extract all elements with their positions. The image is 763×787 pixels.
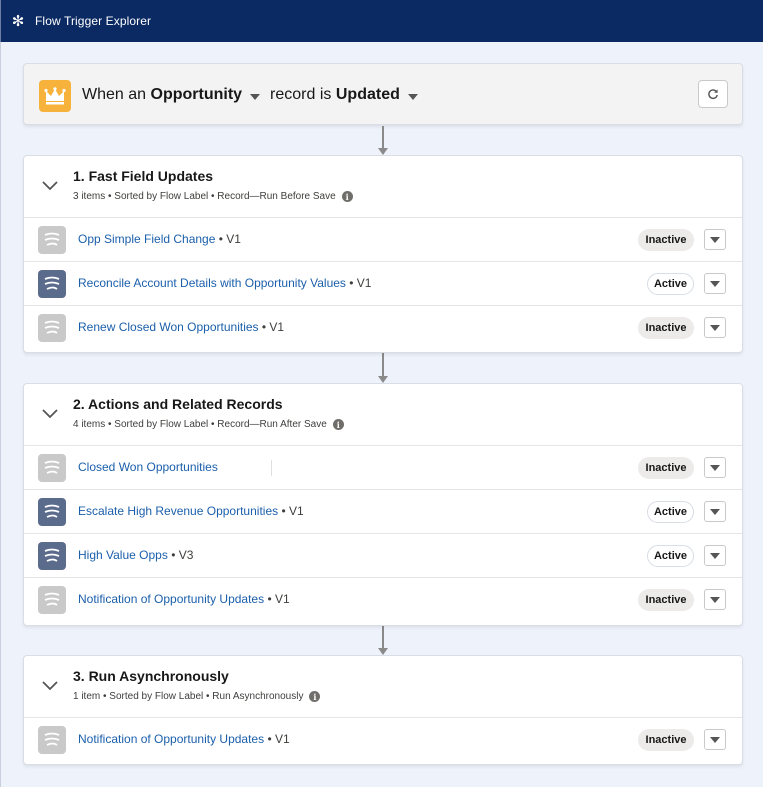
object-selector[interactable]: Opportunity [151, 86, 243, 104]
flow-icon [38, 498, 66, 526]
section-subtitle: 4 items • Sorted by Flow Label • Record—… [73, 419, 344, 430]
section-run-asynchronously: 3. Run Asynchronously 1 item • Sorted by… [23, 655, 743, 765]
flow-row: Reconcile Account Details with Opportuni… [24, 262, 742, 306]
asterisk-icon: ✻ [11, 12, 25, 30]
status-badge: Active [647, 273, 694, 295]
flow-version: • V1 [281, 504, 304, 518]
info-icon[interactable]: i [332, 419, 344, 430]
flow-version: • V1 [261, 320, 285, 334]
row-menu-button[interactable] [704, 317, 726, 338]
down-triangle-icon [710, 464, 720, 471]
chevron-down-icon[interactable] [42, 180, 58, 192]
flow-link[interactable]: High Value Opps [78, 548, 168, 562]
status-badge: Inactive [638, 589, 694, 611]
flow-row: Notification of Opportunity Updates • V1… [24, 718, 742, 762]
flow-icon [38, 586, 66, 614]
crown-icon [39, 80, 71, 112]
section-title: 3. Run Asynchronously [73, 668, 229, 684]
row-menu-button[interactable] [704, 229, 726, 250]
connector-line [382, 353, 384, 376]
chevron-down-icon[interactable] [42, 408, 58, 420]
flow-link[interactable]: Notification of Opportunity Updates [78, 732, 264, 746]
connector-arrow [378, 648, 388, 655]
row-menu-button[interactable] [704, 457, 726, 478]
down-triangle-icon [710, 280, 720, 287]
flow-row: Closed Won Opportunities Inactive [24, 446, 742, 490]
flow-version: • V1 [218, 232, 241, 246]
flow-icon [38, 314, 66, 342]
section-title: 1. Fast Field Updates [73, 168, 214, 184]
down-triangle-icon [710, 596, 720, 603]
flow-version: • V1 [267, 592, 290, 606]
section-header: 1. Fast Field Updates 3 items • Sorted b… [24, 156, 742, 218]
connector-line [382, 626, 384, 648]
flow-row: High Value Opps • V3 Active [24, 534, 742, 578]
status-badge: Inactive [638, 317, 694, 339]
status-badge: Inactive [638, 729, 694, 751]
connector-arrow [378, 148, 388, 155]
section-header: 2. Actions and Related Records 4 items •… [24, 384, 742, 446]
flow-link[interactable]: Reconcile Account Details with Opportuni… [78, 276, 346, 290]
section-title: 2. Actions and Related Records [73, 396, 283, 412]
down-triangle-icon [710, 736, 720, 743]
flow-row: Opp Simple Field Change • V1 Inactive [24, 218, 742, 262]
section-header: 3. Run Asynchronously 1 item • Sorted by… [24, 656, 742, 718]
row-menu-button[interactable] [704, 545, 726, 566]
flow-row: Escalate High Revenue Opportunities • V1… [24, 490, 742, 534]
refresh-icon [708, 89, 718, 99]
info-icon[interactable]: i [309, 691, 321, 702]
flow-link[interactable]: Opp Simple Field Change [78, 232, 215, 246]
flow-link[interactable]: Notification of Opportunity Updates [78, 592, 264, 606]
flow-link[interactable]: Escalate High Revenue Opportunities [78, 504, 278, 518]
section-subtitle: 1 item • Sorted by Flow Label • Run Asyn… [73, 691, 321, 702]
flow-version: • V3 [171, 548, 194, 562]
flow-link[interactable]: Renew Closed Won Opportunities [78, 320, 259, 334]
row-menu-button[interactable] [704, 729, 726, 750]
flow-icon [38, 270, 66, 298]
flow-icon [38, 454, 66, 482]
cell-divider [271, 460, 272, 476]
flow-icon [38, 542, 66, 570]
flow-icon [38, 726, 66, 754]
section-subtitle: 3 items • Sorted by Flow Label • Record—… [73, 191, 353, 202]
status-badge: Active [647, 545, 694, 567]
flow-version: • V1 [267, 732, 290, 746]
status-badge: Inactive [638, 457, 694, 479]
section-fast-field-updates: 1. Fast Field Updates 3 items • Sorted b… [23, 155, 743, 353]
flow-row: Renew Closed Won Opportunities • V1 Inac… [24, 306, 742, 350]
info-icon[interactable]: i [341, 191, 353, 202]
event-selector[interactable]: Updated [336, 86, 400, 104]
flow-link[interactable]: Closed Won Opportunities [78, 460, 218, 474]
down-triangle-icon [710, 236, 720, 243]
flow-icon [38, 226, 66, 254]
row-menu-button[interactable] [704, 501, 726, 522]
app-title: Flow Trigger Explorer [35, 14, 152, 28]
app-header: ✻ Flow Trigger Explorer [0, 0, 763, 42]
down-triangle-icon [710, 552, 720, 559]
row-menu-button[interactable] [704, 589, 726, 610]
row-menu-button[interactable] [704, 273, 726, 294]
section-actions-and-related-records: 2. Actions and Related Records 4 items •… [23, 383, 743, 626]
status-badge: Active [647, 501, 694, 523]
connector-line [382, 126, 384, 148]
event-dropdown-icon[interactable] [407, 94, 418, 100]
trigger-bar: When an Opportunity record is Updated [23, 63, 743, 125]
object-dropdown-icon[interactable] [250, 94, 261, 100]
chevron-down-icon[interactable] [42, 680, 58, 692]
down-triangle-icon [710, 324, 720, 331]
down-triangle-icon [710, 508, 720, 515]
refresh-button[interactable] [698, 80, 728, 108]
trigger-prefix: When an [82, 86, 147, 103]
status-badge: Inactive [638, 229, 694, 251]
trigger-middle: record is [270, 86, 332, 103]
trigger-description: When an Opportunity record is Updated [82, 86, 428, 104]
connector-arrow [378, 376, 388, 383]
flow-row: Notification of Opportunity Updates • V1… [24, 578, 742, 622]
flow-version: • V1 [349, 276, 372, 290]
